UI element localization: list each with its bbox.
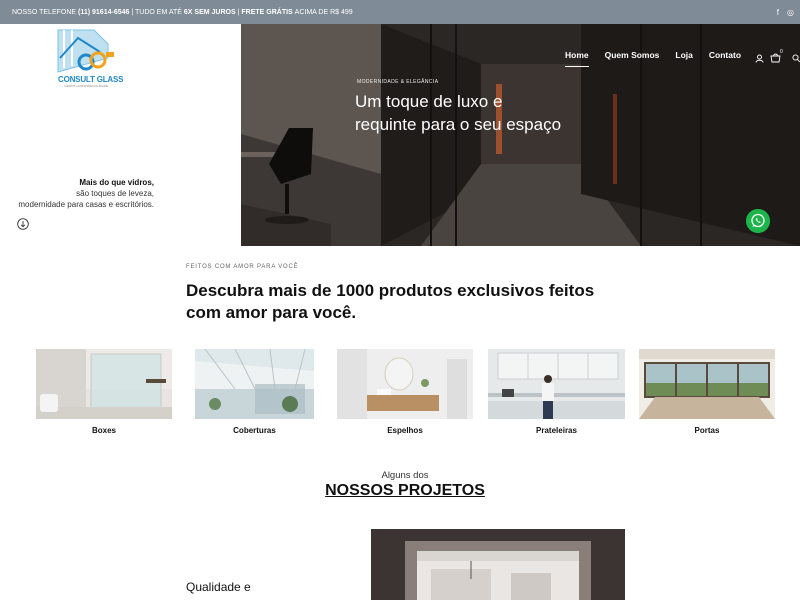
category-prateleiras-image xyxy=(488,349,625,419)
category-label: Coberturas xyxy=(233,426,276,435)
category-boxes[interactable]: Boxes xyxy=(36,349,172,435)
category-espelhos[interactable]: Espelhos xyxy=(337,349,473,435)
phone-number[interactable]: (11) 91614-6546 xyxy=(78,9,129,16)
category-label: Espelhos xyxy=(387,426,423,435)
category-label: Prateleiras xyxy=(536,426,577,435)
nav-home[interactable]: Home xyxy=(565,50,589,67)
phone-label: NOSSO TELEFONE xyxy=(12,8,77,16)
intro-line-2: são toques de leveza, xyxy=(76,189,154,198)
brand-tagline: VIDROS COM ESPECIALIDADE xyxy=(64,84,109,88)
installments-prefix: | TUDO EM ATÉ xyxy=(131,8,182,16)
category-label: Portas xyxy=(694,426,720,435)
category-portas-image xyxy=(639,349,775,419)
cart-count-badge: 0 xyxy=(780,49,783,55)
free-shipping-text: FRETE GRÁTIS xyxy=(241,8,293,16)
separator: | xyxy=(237,8,240,16)
category-label: Boxes xyxy=(91,426,116,435)
top-info-bar: NOSSO TELEFONE (11) 91614-6546 | TUDO EM… xyxy=(0,0,800,24)
category-espelhos-image xyxy=(337,349,473,419)
intro-line-1: Mais do que vidros, xyxy=(79,178,154,187)
intro-text: Mais do que vidros, são toques de leveza… xyxy=(0,177,154,210)
shipping-condition: ACIMA DE R$ 499 xyxy=(294,8,353,16)
nav-shop[interactable]: Loja xyxy=(675,50,692,67)
nav-contact[interactable]: Contato xyxy=(709,50,741,67)
scroll-down-icon[interactable] xyxy=(17,218,29,230)
brand-name: CONSULT GLASS xyxy=(58,75,124,84)
social-links: f ◎ xyxy=(777,0,794,24)
facebook-icon[interactable]: f xyxy=(777,8,779,17)
hero-kicker: MODERNIDADE & ELEGÂNCIA xyxy=(357,79,439,85)
user-icon[interactable] xyxy=(755,54,764,63)
nav-about[interactable]: Quem Somos xyxy=(605,50,660,67)
projects-title[interactable]: NOSSOS PROJETOS xyxy=(0,482,800,500)
section-title: Descubra mais de 1000 produtos exclusivo… xyxy=(186,281,595,322)
category-coberturas-image xyxy=(195,348,314,419)
hero-title: Um toque de luxo e requinte para o seu e… xyxy=(355,92,562,134)
project-image[interactable] xyxy=(371,529,625,600)
section-kicker: FEITOS COM AMOR PARA VOCÊ xyxy=(186,264,299,270)
quality-text: Qualidade e xyxy=(186,580,251,594)
category-coberturas[interactable]: Coberturas xyxy=(195,348,314,435)
projects-kicker: Alguns dos xyxy=(381,470,429,481)
category-prateleiras[interactable]: Prateleiras xyxy=(488,349,625,435)
installments-text: 6X SEM JUROS xyxy=(183,8,236,16)
category-portas[interactable]: Portas xyxy=(639,349,775,435)
intro-line-3: modernidade para casas e escritórios. xyxy=(18,200,154,209)
instagram-icon[interactable]: ◎ xyxy=(787,8,794,17)
main-nav: Home Quem Somos Loja Contato xyxy=(565,50,757,67)
search-icon[interactable] xyxy=(792,54,800,63)
whatsapp-icon[interactable] xyxy=(746,209,770,233)
category-boxes-image xyxy=(36,349,172,419)
